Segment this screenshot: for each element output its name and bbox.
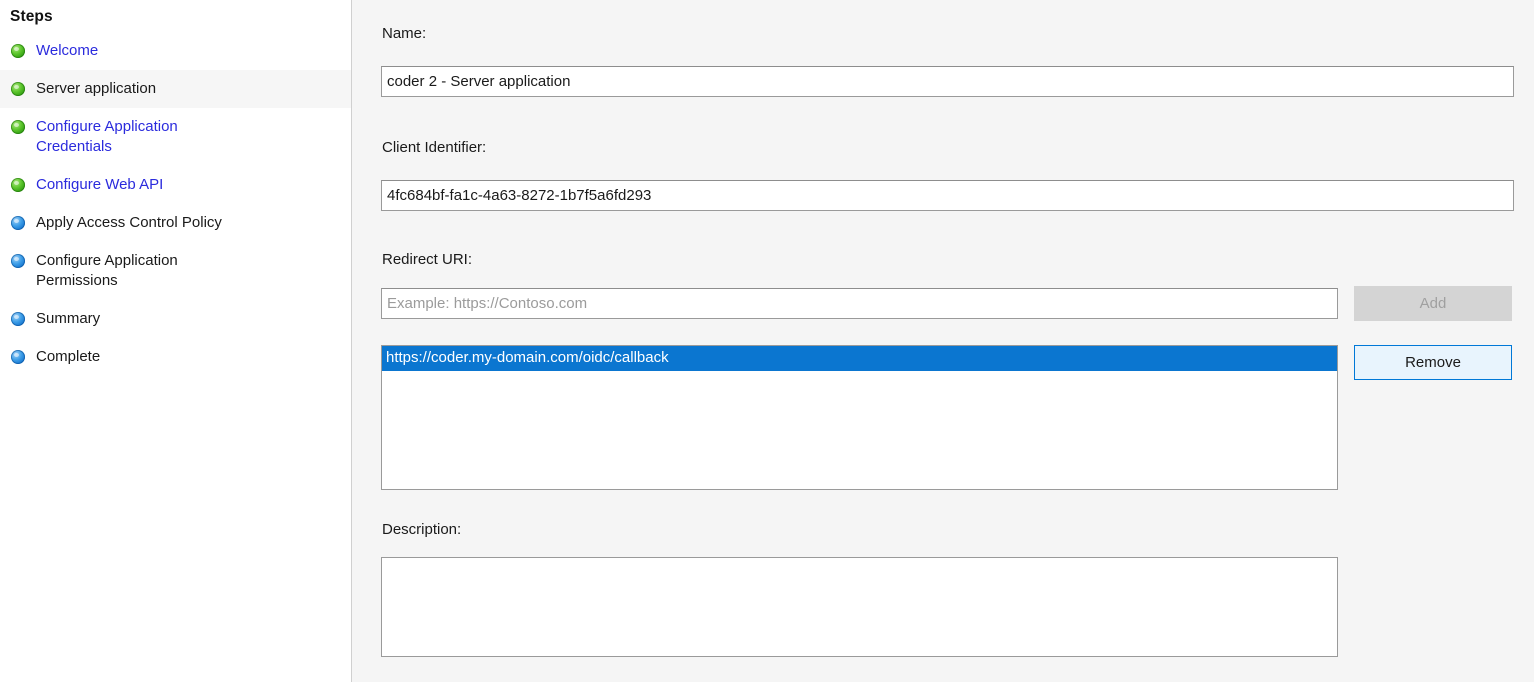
sidebar-item-welcome[interactable]: Welcome xyxy=(0,32,351,70)
description-label: Description: xyxy=(382,521,462,538)
sidebar-item-server-application[interactable]: Server application xyxy=(0,70,351,108)
sidebar-item-summary[interactable]: Summary xyxy=(0,300,351,338)
client-identifier-input[interactable] xyxy=(381,180,1514,211)
sidebar-item-configure-application-credentials[interactable]: Configure Application Credentials xyxy=(0,108,351,166)
sidebar-item-configure-application-permissions[interactable]: Configure Application Permissions xyxy=(0,242,351,300)
add-application-group-wizard: Steps Welcome Server application Configu… xyxy=(0,0,1534,682)
name-input[interactable] xyxy=(381,66,1514,97)
description-textarea[interactable] xyxy=(381,557,1338,657)
green-bullet-icon xyxy=(11,120,25,134)
green-bullet-icon xyxy=(11,44,25,58)
server-application-form: Name: Client Identifier: Redirect URI: A… xyxy=(352,0,1534,682)
sidebar-item-label: Configure Application Credentials xyxy=(36,118,178,155)
sidebar-item-label: Server application xyxy=(36,80,157,97)
name-label: Name: xyxy=(382,25,427,42)
blue-bullet-icon xyxy=(11,350,25,364)
sidebar-item-label: Apply Access Control Policy xyxy=(36,214,222,231)
steps-list: Welcome Server application Configure App… xyxy=(0,32,351,376)
redirect-uri-list[interactable]: https://coder.my-domain.com/oidc/callbac… xyxy=(381,345,1338,490)
add-button[interactable]: Add xyxy=(1354,286,1512,321)
sidebar-item-label: Complete xyxy=(36,348,101,365)
green-bullet-icon xyxy=(11,82,25,96)
redirect-uri-input[interactable] xyxy=(381,288,1338,319)
sidebar-item-label: Configure Application Permissions xyxy=(36,252,178,289)
blue-bullet-icon xyxy=(11,254,25,268)
steps-header: Steps xyxy=(10,8,53,25)
blue-bullet-icon xyxy=(11,312,25,326)
green-bullet-icon xyxy=(11,178,25,192)
list-item[interactable]: https://coder.my-domain.com/oidc/callbac… xyxy=(382,346,1337,371)
sidebar-item-configure-web-api[interactable]: Configure Web API xyxy=(0,166,351,204)
redirect-uri-label: Redirect URI: xyxy=(382,251,473,268)
sidebar-item-complete[interactable]: Complete xyxy=(0,338,351,376)
sidebar-item-label: Welcome xyxy=(36,42,99,59)
sidebar-item-label: Configure Web API xyxy=(36,176,164,193)
client-identifier-label: Client Identifier: xyxy=(382,139,487,156)
sidebar-item-label: Summary xyxy=(36,310,101,327)
blue-bullet-icon xyxy=(11,216,25,230)
remove-button[interactable]: Remove xyxy=(1354,345,1512,380)
steps-sidebar: Steps Welcome Server application Configu… xyxy=(0,0,352,682)
sidebar-item-apply-access-control-policy[interactable]: Apply Access Control Policy xyxy=(0,204,351,242)
